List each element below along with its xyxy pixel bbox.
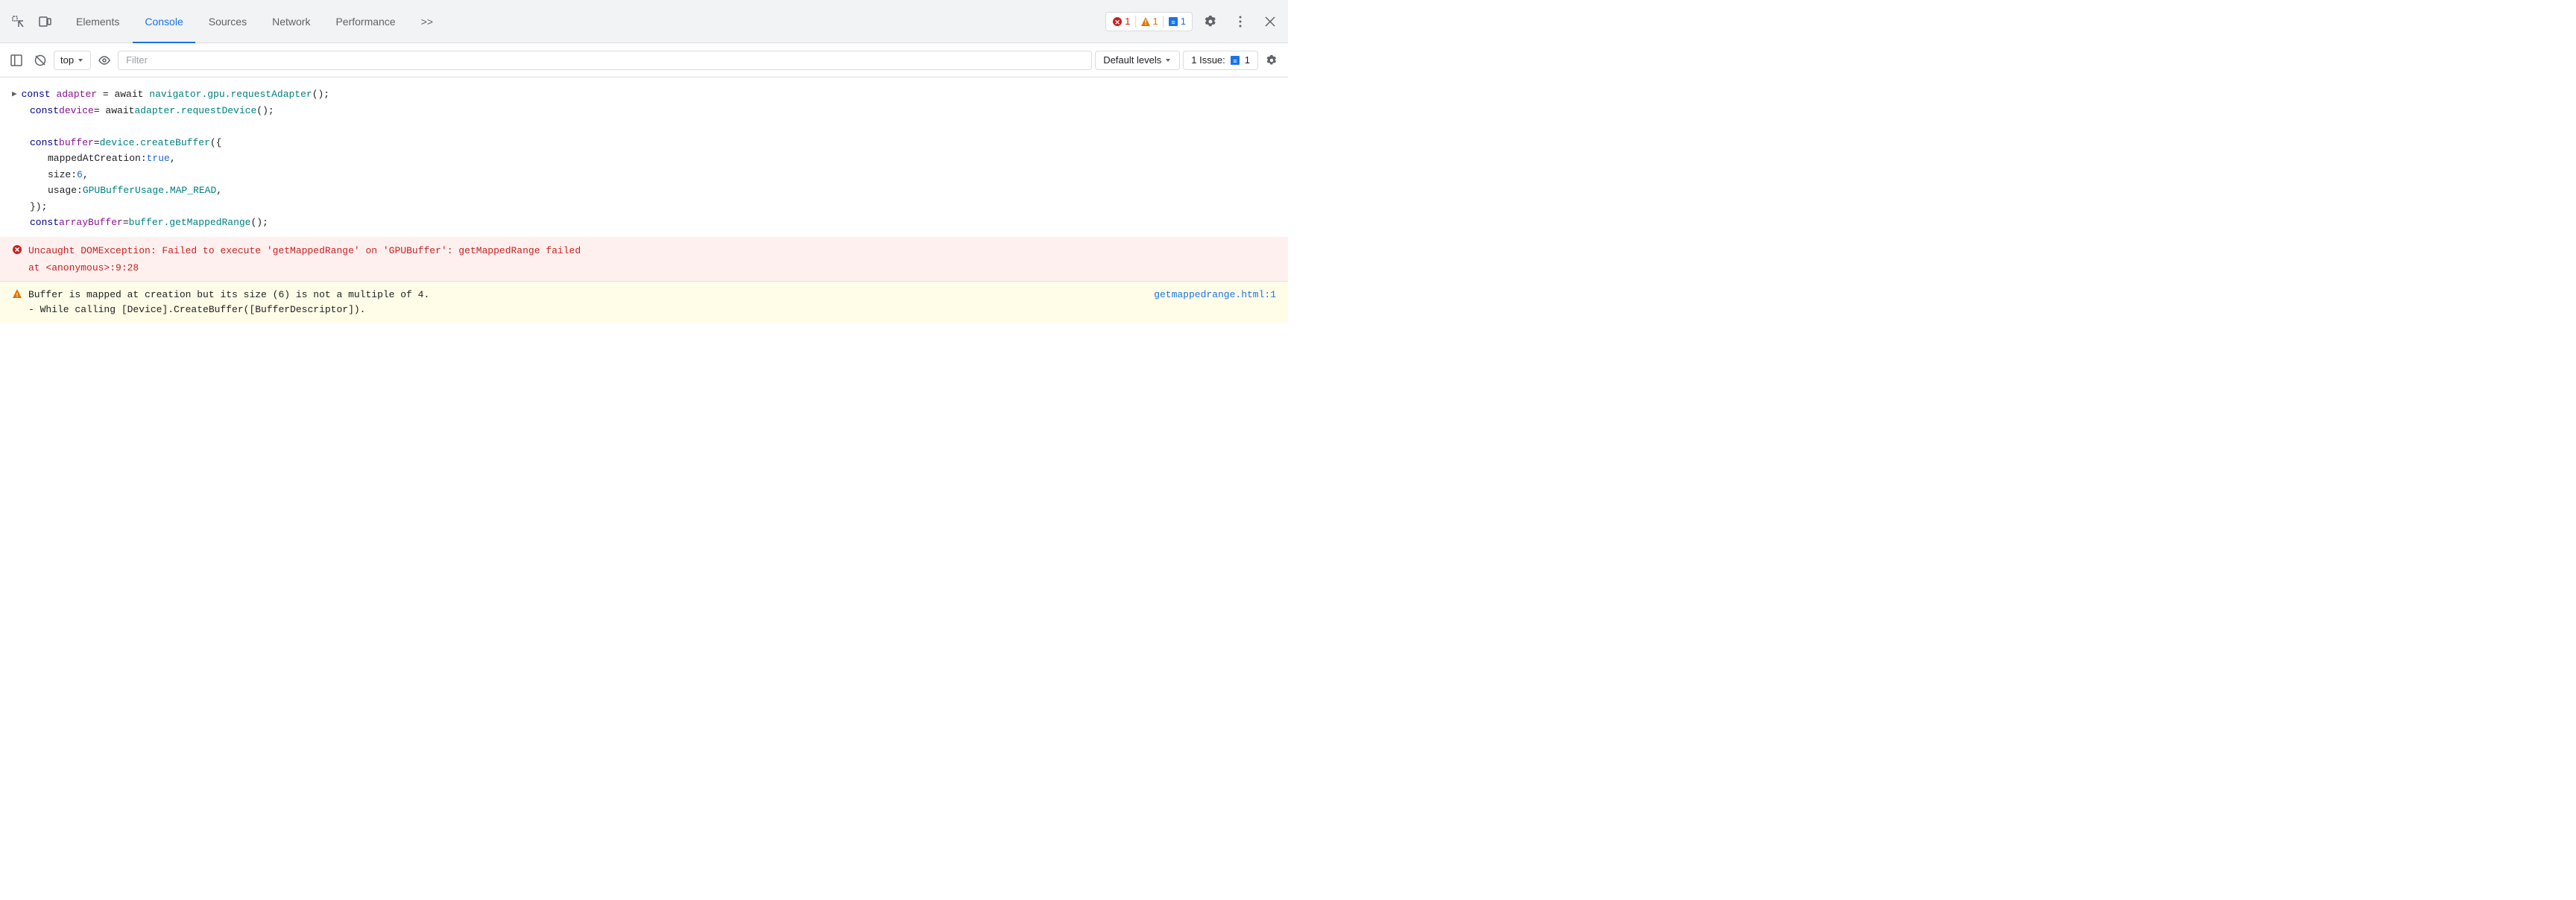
warning-badge: ! 1 bbox=[1140, 16, 1158, 27]
devtools-controls bbox=[6, 10, 57, 34]
error-circle-icon bbox=[12, 244, 22, 261]
warning-text: Buffer is mapped at creation but its siz… bbox=[28, 288, 1148, 317]
context-selector[interactable]: top bbox=[54, 51, 91, 70]
code-line-4: mappedAtCreation: true, bbox=[48, 150, 1276, 167]
code-block: ▶ const adapter = await navigator.gpu.re… bbox=[0, 77, 1288, 238]
tab-elements[interactable]: Elements bbox=[64, 0, 131, 43]
toolbar-right: Default levels 1 Issue: ≡ 1 bbox=[1095, 50, 1282, 71]
error-line-2: at <anonymous>:9:28 bbox=[28, 261, 1276, 276]
eye-icon[interactable] bbox=[94, 50, 115, 71]
warning-source-link[interactable]: getmappedrange.html:1 bbox=[1154, 288, 1276, 317]
sidebar-toggle-icon[interactable] bbox=[6, 50, 27, 71]
more-options-icon[interactable] bbox=[1228, 10, 1252, 34]
expand-arrow[interactable]: ▶ bbox=[12, 89, 17, 101]
code-line-blank bbox=[12, 118, 1276, 135]
tab-sources[interactable]: Sources bbox=[197, 0, 259, 43]
warning-triangle-icon: ! bbox=[12, 288, 22, 317]
code-line-2: const device = await adapter.requestDevi… bbox=[30, 103, 1276, 119]
code-line-8: const arrayBuffer = buffer.getMappedRang… bbox=[30, 215, 1276, 231]
info-badge: ≡ 1 bbox=[1168, 16, 1186, 27]
tab-bar: Elements Console Sources Network Perform… bbox=[0, 0, 1288, 43]
close-icon[interactable] bbox=[1258, 10, 1282, 34]
settings-icon[interactable] bbox=[1199, 10, 1222, 34]
tab-more[interactable]: >> bbox=[409, 0, 445, 43]
code-line-7: }); bbox=[30, 199, 1276, 215]
svg-text:≡: ≡ bbox=[1233, 57, 1237, 65]
error-badge: ✕ 1 bbox=[1112, 16, 1130, 27]
svg-text:!: ! bbox=[16, 293, 19, 300]
console-content: ▶ const adapter = await navigator.gpu.re… bbox=[0, 77, 1288, 323]
svg-text:≡: ≡ bbox=[1171, 19, 1175, 26]
tab-network[interactable]: Network bbox=[260, 0, 322, 43]
default-levels-button[interactable]: Default levels bbox=[1095, 51, 1180, 70]
error-line-1: Uncaught DOMException: Failed to execute… bbox=[12, 244, 1276, 261]
console-toolbar: top Default levels 1 Issue: ≡ 1 bbox=[0, 43, 1288, 77]
tab-console[interactable]: Console bbox=[133, 0, 195, 43]
svg-text:✕: ✕ bbox=[1115, 19, 1121, 26]
svg-text:!: ! bbox=[1144, 19, 1146, 26]
warning-block: ! Buffer is mapped at creation but its s… bbox=[0, 282, 1288, 323]
console-settings-icon[interactable] bbox=[1261, 50, 1282, 71]
inspect-icon[interactable] bbox=[6, 10, 30, 34]
code-line-1: ▶ const adapter = await navigator.gpu.re… bbox=[12, 86, 1276, 103]
badge-group[interactable]: ✕ 1 ! 1 ≡ 1 bbox=[1105, 12, 1193, 31]
code-line-5: size: 6, bbox=[48, 167, 1276, 183]
dropdown-arrow-icon bbox=[77, 57, 84, 64]
tab-bar-right: ✕ 1 ! 1 ≡ 1 bbox=[1105, 10, 1282, 34]
badge-divider-2 bbox=[1163, 16, 1164, 28]
issue-badge[interactable]: 1 Issue: ≡ 1 bbox=[1183, 51, 1258, 70]
code-line-3: const buffer = device.createBuffer({ bbox=[30, 135, 1276, 151]
tab-performance[interactable]: Performance bbox=[323, 0, 407, 43]
filter-input[interactable] bbox=[118, 51, 1092, 70]
levels-dropdown-arrow-icon bbox=[1164, 57, 1172, 64]
device-toolbar-icon[interactable] bbox=[33, 10, 57, 34]
code-line-6: usage: GPUBufferUsage.MAP_READ, bbox=[48, 183, 1276, 199]
badge-divider bbox=[1135, 16, 1136, 28]
issue-icon: ≡ bbox=[1230, 55, 1240, 66]
clear-console-icon[interactable] bbox=[30, 50, 51, 71]
error-block: Uncaught DOMException: Failed to execute… bbox=[0, 238, 1288, 282]
